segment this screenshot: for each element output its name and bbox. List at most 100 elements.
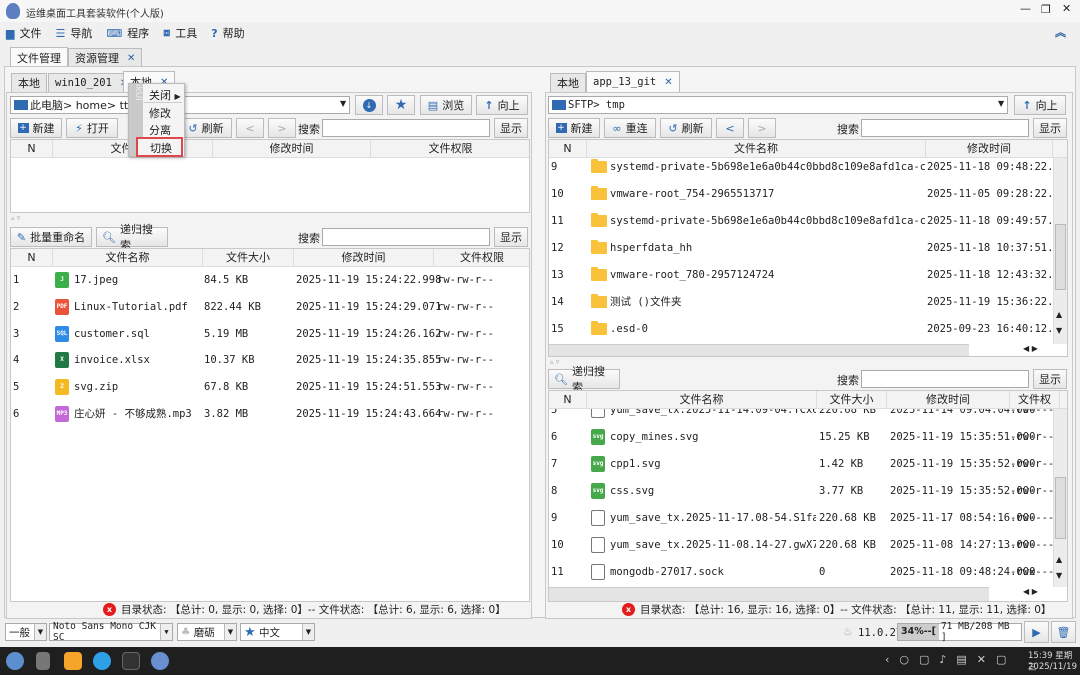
scroll-up-icon[interactable]: ▲ <box>1056 310 1062 319</box>
trash-button[interactable]: 🗑︎ <box>1051 621 1076 643</box>
table-row[interactable]: 3 SQL customer.sql 5.19 MB 2025-11-19 15:24:… <box>11 321 529 347</box>
close-icon[interactable]: ✕ <box>664 77 672 88</box>
vertical-scrollbar[interactable]: ▲ ▼ <box>1053 409 1067 587</box>
right-tab-local[interactable]: 本地 <box>550 73 586 92</box>
right-new-button[interactable]: + 新建 <box>548 118 600 138</box>
path-dropdown-icon[interactable]: ▼ <box>340 99 346 108</box>
mode-select[interactable]: 一般 ▼ <box>5 623 47 641</box>
column-header[interactable]: 文件名称 <box>587 391 817 409</box>
menu-item-detach[interactable]: 分离 <box>149 122 171 138</box>
left-dir-show-button[interactable]: 显示 <box>494 118 528 138</box>
table-row[interactable]: 6 svg copy_mines.svg 15.25 KB 2025-11-19 15:… <box>549 424 1067 450</box>
scroll-up-icon[interactable]: ▲ <box>1056 555 1062 564</box>
scroll-down-icon[interactable]: ▼ <box>1056 326 1062 335</box>
column-header[interactable]: 修改时间 <box>213 140 371 158</box>
menu-item-close[interactable]: 关闭 ▶ <box>149 87 181 103</box>
table-row[interactable]: 7 svg cpp1.svg 1.42 KB 2025-11-19 15:35:52.0… <box>549 451 1067 477</box>
horizontal-scrollbar[interactable] <box>549 587 989 601</box>
table-row[interactable]: 1 J 17.jpeg 84.5 KB 2025-11-19 15:24:22.998 r… <box>11 267 529 293</box>
language-select[interactable]: ★ 中文 ▼ <box>240 623 315 641</box>
app-ops-icon[interactable] <box>151 652 169 670</box>
path-dropdown-icon[interactable]: ▼ <box>998 99 1004 108</box>
column-header[interactable]: 文件权限 <box>434 249 529 267</box>
horizontal-scrollbar[interactable] <box>549 344 969 356</box>
terminal-icon[interactable] <box>122 652 140 670</box>
table-row[interactable]: 4 Xinvoice.xlsx 10.37 KB 2025-11-19 15:24:3… <box>11 347 529 373</box>
right-dir-search-input[interactable] <box>861 119 1029 137</box>
table-row[interactable]: 2 PDF Linux-Tutorial.pdf 822.44 KB 2025-11-1… <box>11 294 529 320</box>
left-refresh-button[interactable]: ↺ 刷新 <box>180 118 232 138</box>
column-header[interactable]: 文件名称 <box>53 249 203 267</box>
column-header[interactable]: N <box>11 249 53 267</box>
column-header[interactable]: N <box>549 391 587 409</box>
browser-icon[interactable] <box>93 652 111 670</box>
tab-file-manager[interactable]: 文件管理 <box>10 47 68 68</box>
right-dir-show-button[interactable]: 显示 <box>1033 118 1067 138</box>
left-file-show-button[interactable]: 显示 <box>494 227 528 247</box>
scroll-left-right-icons[interactable]: ◀ ▶ <box>1023 344 1038 353</box>
right-path-input[interactable]: SFTP> tmp <box>548 96 1008 114</box>
left-up-button[interactable]: ↑ 向上 <box>476 95 528 115</box>
scrollbar-thumb[interactable] <box>1055 477 1066 539</box>
right-up-button[interactable]: ↑ 向上 <box>1014 95 1066 115</box>
close-button[interactable]: ✕ <box>1062 2 1071 15</box>
column-header[interactable]: 文件权限 <box>371 140 529 158</box>
multitask-icon[interactable] <box>36 652 50 670</box>
menu-help[interactable]: ? 帮助 <box>211 25 244 41</box>
table-row[interactable]: 8 svg css.svg 3.77 KB 2025-11-19 15:35:52.00… <box>549 478 1067 504</box>
font-select[interactable]: Noto Sans Mono CJK SC ▼ <box>49 621 173 643</box>
right-file-show-button[interactable]: 显示 <box>1033 369 1067 389</box>
menu-list[interactable]: ☰ 导航 <box>55 25 92 41</box>
vertical-scrollbar[interactable]: ▲ ▼ <box>1053 158 1067 344</box>
table-row[interactable]: 13 vmware-root_780-2957124724 2025-11-18 1… <box>549 262 1067 288</box>
theme-select[interactable]: ♣ 磨砺 ▼ <box>177 623 237 641</box>
left-dir-search-input[interactable] <box>322 119 490 137</box>
left-open-button[interactable]: ⚡ 打开 <box>66 118 118 138</box>
scrollbar-thumb[interactable] <box>1055 224 1066 290</box>
close-icon[interactable]: ✕ <box>127 53 135 64</box>
forward-button[interactable]: > <box>268 118 296 138</box>
right-refresh-button[interactable]: ↺ 刷新 <box>660 118 712 138</box>
column-header[interactable]: 修改时间 <box>294 249 434 267</box>
left-recursive-search-button[interactable]: 🔍︎ 递归搜索 <box>96 223 168 252</box>
right-forward-button[interactable]: > <box>748 118 776 138</box>
run-gc-button[interactable]: ▶ <box>1024 621 1049 643</box>
right-recursive-search-button[interactable]: 🔍︎ 递归搜索 <box>548 365 620 394</box>
right-tab-app13[interactable]: app_13_git ✕ <box>586 71 680 92</box>
table-row[interactable]: 10 yum_save_tx.2025-11-08.14-27.gwX7zu.yu… <box>549 532 1067 558</box>
table-row[interactable]: 15 .esd-0 2025-09-23 16:40:12.000 dr <box>549 316 1067 342</box>
menu-keyboard[interactable]: ⌨ 程序 <box>106 25 149 41</box>
table-row[interactable]: 11 systemd-private-5b698e1e6a0b44c0bbd8c1… <box>549 208 1067 234</box>
clock-date[interactable]: 2025/11/19 <box>1028 662 1077 672</box>
splitter-arrows[interactable]: ▵ ▿ <box>11 214 20 222</box>
table-row[interactable]: 9 yum_save_tx.2025-11-17.08-54.S1faEj.yum… <box>549 505 1067 531</box>
column-header[interactable]: N <box>11 140 53 158</box>
table-row[interactable]: 6 MP3 庄心妍 - 不够成熟.mp3 3.82 MB 2025-11-19 15:2… <box>11 401 529 427</box>
minimize-button[interactable]: — <box>1020 2 1031 15</box>
table-row[interactable]: 12 hsperfdata_hh 2025-11-18 10:37:51.000 d… <box>549 235 1067 261</box>
menu-item-modify[interactable]: 修改 <box>149 105 171 121</box>
left-tab-local[interactable]: 本地 <box>11 73 47 92</box>
back-button[interactable]: < <box>236 118 264 138</box>
tray-icons[interactable]: ‹○▢♪▤✕▢ <box>885 653 1016 666</box>
column-header[interactable]: 文件大小 <box>817 391 887 409</box>
favorite-button[interactable]: ★ <box>387 95 415 115</box>
table-row[interactable]: 5 Zsvg.zip 67.8 KB 2025-11-19 15:24:51.553 r… <box>11 374 529 400</box>
browse-button[interactable]: ▤ 浏览 <box>420 95 472 115</box>
menu-item-switch[interactable]: 切换 <box>136 137 183 157</box>
restore-button[interactable]: ❐ <box>1041 3 1051 16</box>
table-row[interactable]: 10 vmware-root_754-2965513717 2025-11-05 0… <box>549 181 1067 207</box>
column-header[interactable]: 文件权 <box>1010 391 1060 409</box>
column-header[interactable]: 文件大小 <box>203 249 294 267</box>
left-file-search-input[interactable] <box>322 228 490 246</box>
right-file-search-input[interactable] <box>861 370 1029 388</box>
batch-rename-button[interactable]: ✎ 批量重命名 <box>10 227 92 247</box>
collapse-icon[interactable]: ︽ <box>1055 24 1066 40</box>
menu-file[interactable]: ▆ 文件 <box>6 25 41 41</box>
table-row[interactable]: 11 mongodb-27017.sock 0 2025-11-18 09:48:24… <box>549 559 1067 585</box>
tab-resource-manager[interactable]: 资源管理 ✕ <box>68 48 143 67</box>
scroll-left-right-icons[interactable]: ◀ ▶ <box>1023 587 1038 596</box>
table-row[interactable]: 9 systemd-private-5b698e1e6a0b44c0bbd8c10… <box>549 154 1067 180</box>
launcher-icon[interactable] <box>6 652 24 670</box>
scroll-down-icon[interactable]: ▼ <box>1056 571 1062 580</box>
